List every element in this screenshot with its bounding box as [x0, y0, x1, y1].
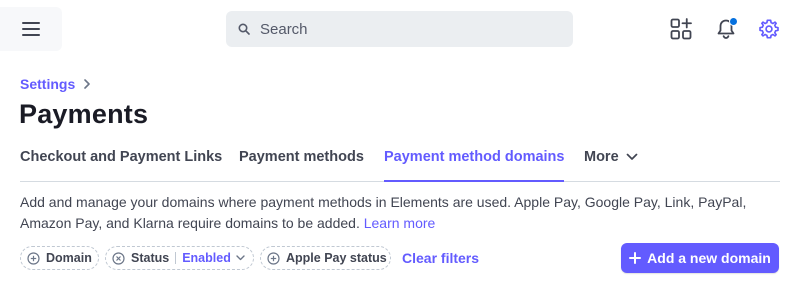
plus-icon — [629, 252, 642, 264]
domain-filter[interactable]: Domain — [20, 246, 99, 270]
learn-more-link[interactable]: Learn more — [364, 215, 436, 231]
tab-payment-methods[interactable]: Payment methods — [239, 149, 364, 165]
add-new-domain-label: Add a new domain — [647, 250, 771, 266]
search-input[interactable] — [258, 19, 552, 39]
notifications-button[interactable] — [713, 16, 739, 42]
tab-more-label: More — [584, 149, 619, 165]
chevron-right-icon — [83, 79, 91, 89]
apps-plus-icon — [670, 18, 692, 40]
settings-button[interactable] — [756, 16, 782, 42]
top-bar — [0, 0, 800, 58]
add-new-domain-button[interactable]: Add a new domain — [621, 243, 779, 273]
apps-plus-button[interactable] — [668, 16, 694, 42]
menu-icon — [22, 22, 40, 36]
tab-more[interactable]: More — [584, 149, 638, 165]
add-circle-icon — [267, 251, 280, 265]
clear-filters-link[interactable]: Clear filters — [402, 250, 479, 266]
apple-pay-filter-label: Apple Pay status — [286, 251, 387, 265]
status-filter-label: Status — [131, 251, 170, 265]
status-filter-divider — [175, 252, 177, 264]
menu-button[interactable] — [0, 7, 62, 51]
page-title: Payments — [19, 99, 149, 129]
tab-checkout-payment-links[interactable]: Checkout and Payment Links — [20, 149, 222, 165]
notification-dot — [729, 17, 738, 26]
search-icon — [238, 23, 250, 35]
tab-bar: Checkout and Payment Links Payment metho… — [20, 147, 780, 182]
add-circle-icon — [27, 251, 40, 265]
status-filter[interactable]: Status Enabled — [105, 246, 254, 270]
breadcrumb: Settings — [20, 76, 91, 92]
chevron-down-icon — [626, 153, 638, 161]
search-bar[interactable] — [226, 11, 573, 47]
breadcrumb-settings-link[interactable]: Settings — [20, 76, 75, 92]
remove-circle-icon[interactable] — [112, 251, 125, 265]
domain-filter-label: Domain — [46, 251, 92, 265]
tab-payment-method-domains[interactable]: Payment method domains — [384, 149, 565, 182]
description: Add and manage your domains where paymen… — [20, 192, 790, 234]
chevron-down-icon — [236, 255, 245, 261]
apple-pay-status-filter[interactable]: Apple Pay status — [260, 246, 391, 270]
gear-icon — [759, 19, 779, 39]
status-filter-value: Enabled — [182, 251, 231, 265]
